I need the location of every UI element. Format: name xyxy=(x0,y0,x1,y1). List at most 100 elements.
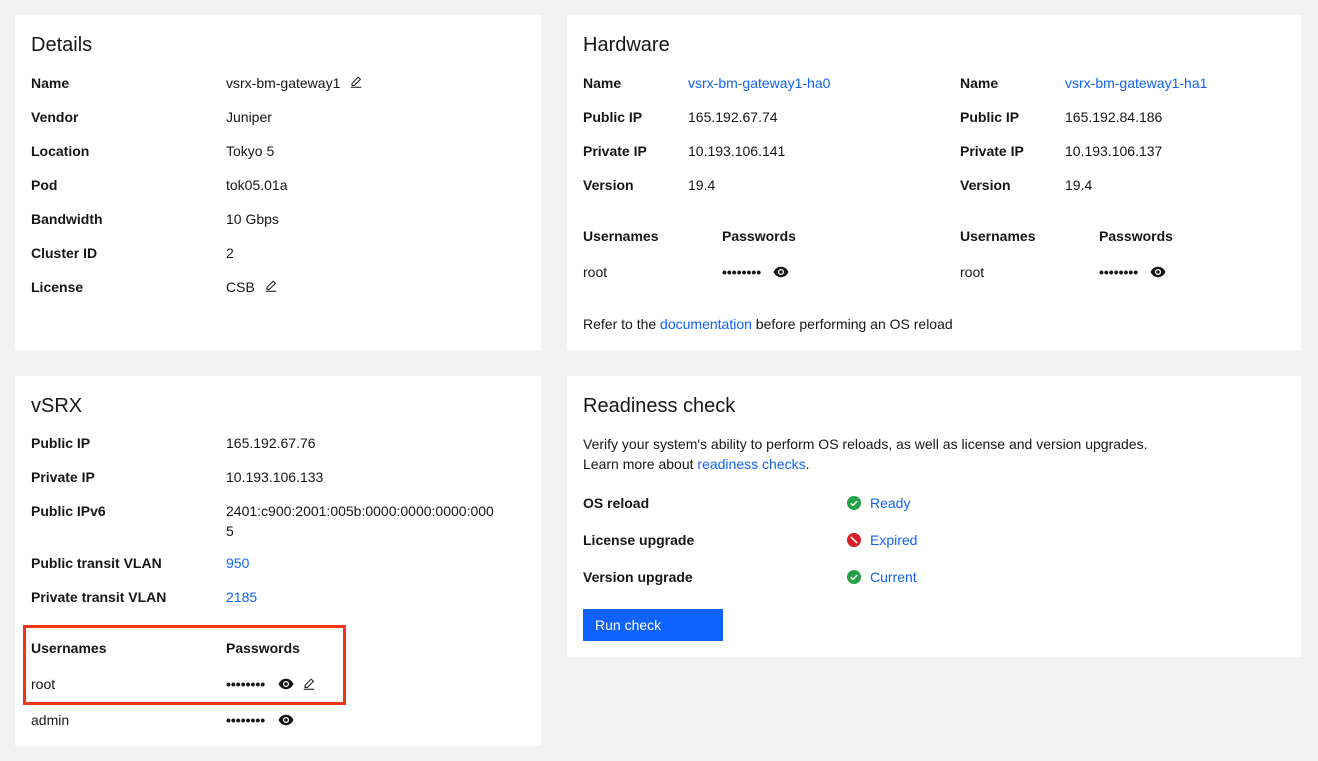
vsrx-card: vSRX Public IP 165.192.67.76 Private IP … xyxy=(15,376,541,746)
error-icon xyxy=(847,533,861,547)
ha0-private-ip-value: 10.193.106.141 xyxy=(688,143,786,159)
location-label: Location xyxy=(31,143,90,159)
vsrx-title: vSRX xyxy=(31,395,83,417)
vsrx-credentials-header: Usernames Passwords xyxy=(31,638,525,658)
vsrx-row-public-vlan: Public transit VLAN 950 xyxy=(31,553,525,573)
pod-label: Pod xyxy=(31,177,58,193)
public-transit-vlan-link[interactable]: 950 xyxy=(226,553,249,573)
vsrx-public-ipv6-value: 2401:c900:2001:005b:0000:0000:0000:000 5 xyxy=(226,501,494,541)
private-transit-vlan-link[interactable]: 2185 xyxy=(226,587,257,607)
details-row-location: Location Tokyo 5 xyxy=(31,141,525,161)
readiness-checks-link[interactable]: readiness checks xyxy=(697,456,805,472)
vsrx-public-ipv6-label: Public IPv6 xyxy=(31,503,106,519)
ha1-passwords-header: Passwords xyxy=(1099,228,1173,244)
readiness-description-line2: Learn more about readiness checks. xyxy=(583,454,1147,474)
check-label-license-upgrade: License upgrade xyxy=(583,532,695,548)
ha0-row-private-ip: Private IP 10.193.106.141 xyxy=(583,141,943,161)
vsrx-username-admin: admin xyxy=(31,712,70,728)
ha0-passwords-header: Passwords xyxy=(722,228,796,244)
vsrx-usernames-header: Usernames xyxy=(31,640,107,656)
details-row-name: Name vsrx-bm-gateway1 xyxy=(31,73,525,93)
ha1-private-ip-label: Private IP xyxy=(960,143,1024,159)
note-suffix: before performing an OS reload xyxy=(751,316,953,332)
vsrx-public-ip-value: 165.192.67.76 xyxy=(226,435,316,451)
ha0-usernames-header: Usernames xyxy=(583,228,659,244)
ha0-public-ip-value: 165.192.67.74 xyxy=(688,109,778,125)
readiness-title: Readiness check xyxy=(583,395,736,417)
check-row-license-upgrade: License upgrade Expired xyxy=(583,530,917,550)
vsrx-row-public-ipv6: Public IPv6 2401:c900:2001:005b:0000:000… xyxy=(31,501,525,541)
vsrx-root-edit-password-icon[interactable] xyxy=(302,677,316,691)
ha0-credentials-header: Usernames Passwords xyxy=(583,226,943,246)
vsrx-row-private-ip: Private IP 10.193.106.133 xyxy=(31,467,525,487)
ha0-public-ip-label: Public IP xyxy=(583,109,643,125)
run-check-button[interactable]: Run check xyxy=(583,609,723,641)
vsrx-root-show-password-icon[interactable] xyxy=(278,678,294,690)
name-label: Name xyxy=(31,75,70,91)
details-row-bandwidth: Bandwidth 10 Gbps xyxy=(31,209,525,229)
details-title: Details xyxy=(31,34,93,56)
details-card: Details Name vsrx-bm-gateway1 Vendor Jun… xyxy=(15,15,541,350)
ha1-row-name: Name vsrx-bm-gateway1-ha1 xyxy=(960,73,1290,93)
ha1-version-value: 19.4 xyxy=(1065,177,1093,193)
documentation-link[interactable]: documentation xyxy=(660,316,752,332)
ha1-show-password-icon[interactable] xyxy=(1150,266,1166,278)
vsrx-credential-row-root: root •••••••• xyxy=(31,674,525,694)
readiness-description-line1: Verify your system's ability to perform … xyxy=(583,436,1148,452)
check-status-license-upgrade[interactable]: Expired xyxy=(870,530,917,550)
ha0-name-label: Name xyxy=(583,75,622,91)
pod-value: tok05.01a xyxy=(226,177,288,193)
readiness-description: Verify your system's ability to perform … xyxy=(583,434,1147,474)
edit-license-icon[interactable] xyxy=(264,279,278,293)
vsrx-password-mask-root: •••••••• xyxy=(226,676,266,692)
ha0-name-link[interactable]: vsrx-bm-gateway1-ha0 xyxy=(688,73,830,93)
ha1-public-ip-label: Public IP xyxy=(960,109,1020,125)
ha1-name-link[interactable]: vsrx-bm-gateway1-ha1 xyxy=(1065,73,1207,93)
ha1-row-private-ip: Private IP 10.193.106.137 xyxy=(960,141,1290,161)
success-icon xyxy=(847,570,861,584)
check-row-os-reload: OS reload Ready xyxy=(583,493,910,513)
ha1-credential-row: root •••••••• xyxy=(960,262,1290,282)
check-label-os-reload: OS reload xyxy=(583,495,650,511)
vsrx-admin-show-password-icon[interactable] xyxy=(278,714,294,726)
ha1-usernames-header: Usernames xyxy=(960,228,1036,244)
description-prefix: Learn more about xyxy=(583,456,698,472)
check-status-version-upgrade[interactable]: Current xyxy=(870,567,917,587)
check-status-os-reload[interactable]: Ready xyxy=(870,493,910,513)
hardware-card: Hardware Name vsrx-bm-gateway1-ha0 Publi… xyxy=(567,15,1301,350)
ha1-row-public-ip: Public IP 165.192.84.186 xyxy=(960,107,1290,127)
vsrx-public-ipv6-line2: 5 xyxy=(226,523,234,539)
vendor-label: Vendor xyxy=(31,109,79,125)
name-value: vsrx-bm-gateway1 xyxy=(226,75,341,91)
bandwidth-label: Bandwidth xyxy=(31,211,103,227)
vsrx-private-ip-value: 10.193.106.133 xyxy=(226,469,324,485)
check-label-version-upgrade: Version upgrade xyxy=(583,569,693,585)
cluster-id-label: Cluster ID xyxy=(31,245,98,261)
ha1-username: root xyxy=(960,264,985,280)
vsrx-row-private-vlan: Private transit VLAN 2185 xyxy=(31,587,525,607)
success-icon xyxy=(847,496,861,510)
ha0-show-password-icon[interactable] xyxy=(773,266,789,278)
ha1-name-label: Name xyxy=(960,75,999,91)
vsrx-password-mask-admin: •••••••• xyxy=(226,712,266,728)
ha0-version-value: 19.4 xyxy=(688,177,716,193)
vsrx-public-ipv6-line1: 2401:c900:2001:005b:0000:0000:0000:000 xyxy=(226,503,494,519)
vsrx-public-ip-label: Public IP xyxy=(31,435,91,451)
ha0-row-public-ip: Public IP 165.192.67.74 xyxy=(583,107,943,127)
details-row-pod: Pod tok05.01a xyxy=(31,175,525,195)
vsrx-row-public-ip: Public IP 165.192.67.76 xyxy=(31,433,525,453)
ha0-version-label: Version xyxy=(583,177,634,193)
vsrx-private-ip-label: Private IP xyxy=(31,469,95,485)
ha0-row-version: Version 19.4 xyxy=(583,175,943,195)
ha0-password-mask: •••••••• xyxy=(722,264,762,280)
bandwidth-value: 10 Gbps xyxy=(226,211,279,227)
edit-name-icon[interactable] xyxy=(349,75,363,89)
details-row-cluster: Cluster ID 2 xyxy=(31,243,525,263)
ha1-row-version: Version 19.4 xyxy=(960,175,1290,195)
note-prefix: Refer to the xyxy=(583,316,661,332)
hardware-node-ha0: Name vsrx-bm-gateway1-ha0 Public IP 165.… xyxy=(583,73,943,293)
ha0-row-name: Name vsrx-bm-gateway1-ha0 xyxy=(583,73,943,93)
ha1-private-ip-value: 10.193.106.137 xyxy=(1065,143,1163,159)
ha1-password-mask: •••••••• xyxy=(1099,264,1139,280)
description-suffix: . xyxy=(805,456,810,472)
